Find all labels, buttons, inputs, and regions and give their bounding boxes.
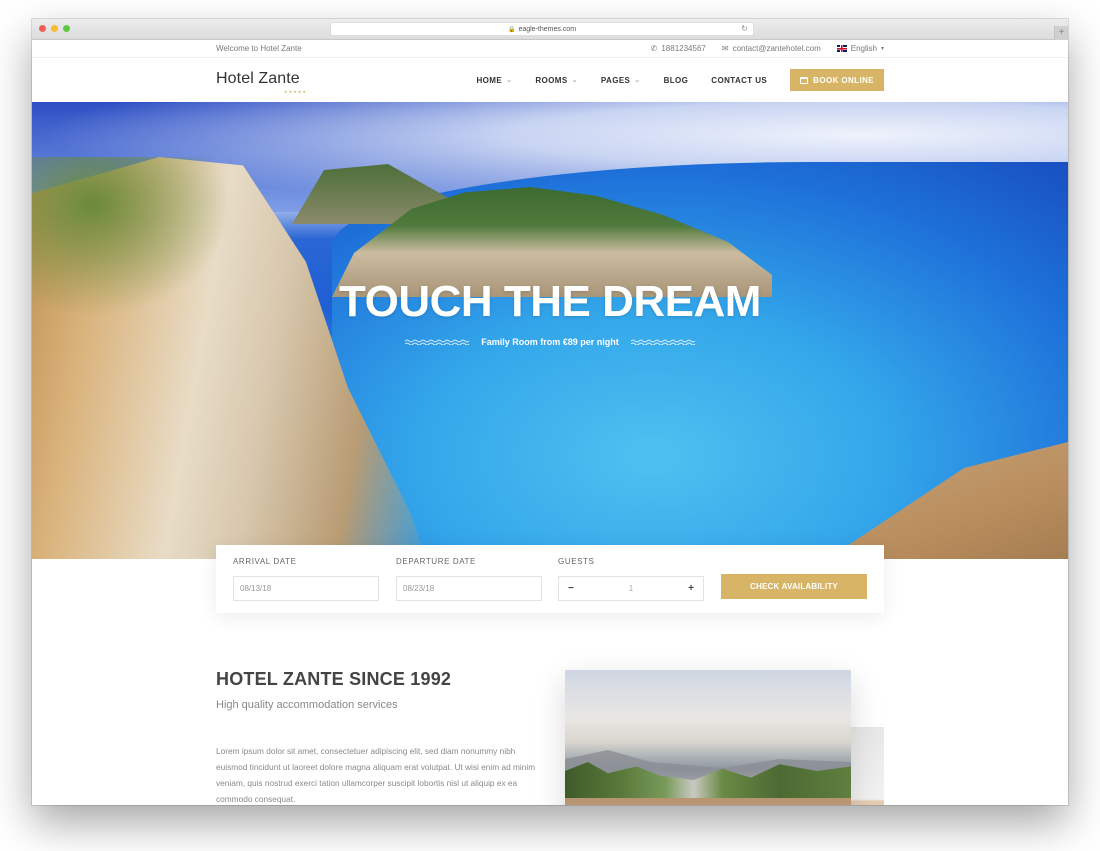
window-controls bbox=[39, 25, 70, 32]
about-paragraph: Lorem ipsum dolor sit amet, consectetuer… bbox=[216, 746, 536, 804]
browser-window: 🔒 eagle-themes.com ↻ + Welcome to Hotel … bbox=[32, 19, 1068, 805]
browser-toolbar: 🔒 eagle-themes.com ↻ + bbox=[32, 19, 1068, 40]
hotel-pool-photo bbox=[565, 670, 851, 805]
booking-form: ARRIVAL DATE DEPARTURE DATE GUESTS − 1 +… bbox=[216, 545, 884, 613]
welcome-text: Welcome to Hotel Zante bbox=[216, 44, 302, 53]
wave-icon bbox=[630, 339, 695, 345]
new-tab-button[interactable]: + bbox=[1054, 26, 1068, 40]
increment-guests-button[interactable]: + bbox=[688, 583, 694, 594]
about-title: HOTEL ZANTE SINCE 1992 bbox=[216, 669, 452, 689]
email-address: contact@zantehotel.com bbox=[732, 44, 821, 53]
hero-subtitle: Family Room from €89 per night bbox=[481, 337, 619, 347]
reload-icon[interactable]: ↻ bbox=[741, 24, 748, 33]
secondary-photo bbox=[851, 727, 884, 805]
email-item[interactable]: ✉ contact@zantehotel.com bbox=[722, 44, 821, 53]
chevron-down-icon: ⌄ bbox=[571, 77, 578, 84]
photo-deck bbox=[565, 798, 851, 805]
arrival-date-label: ARRIVAL DATE bbox=[233, 557, 297, 566]
chevron-down-icon: ⌄ bbox=[634, 77, 641, 84]
hero-banner: TOUCH THE DREAM Family Room from €89 per… bbox=[32, 102, 1068, 559]
caret-down-icon: ▾ bbox=[880, 46, 884, 52]
site-logo[interactable]: Hotel Zante bbox=[216, 70, 300, 88]
hero-subtitle-row: Family Room from €89 per night bbox=[32, 337, 1068, 347]
minimize-window-button[interactable] bbox=[51, 25, 58, 32]
nav-item-label: ROOMS bbox=[535, 75, 568, 85]
nav-item-rooms[interactable]: ROOMS ⌄ bbox=[535, 76, 578, 85]
nav-item-pages[interactable]: PAGES ⌄ bbox=[601, 76, 641, 85]
phone-number: 1881234567 bbox=[661, 44, 706, 53]
chevron-down-icon: ⌄ bbox=[506, 77, 513, 84]
maximize-window-button[interactable] bbox=[63, 25, 70, 32]
arrival-date-input[interactable] bbox=[233, 576, 379, 601]
nav-item-label: PAGES bbox=[600, 75, 631, 85]
wave-icon bbox=[405, 339, 470, 345]
departure-date-input[interactable] bbox=[396, 576, 542, 601]
nav-item-blog[interactable]: BLOG bbox=[664, 76, 689, 85]
guests-label: GUESTS bbox=[558, 557, 595, 566]
close-window-button[interactable] bbox=[39, 25, 46, 32]
uk-flag-icon bbox=[836, 45, 847, 52]
envelope-icon: ✉ bbox=[721, 44, 729, 53]
url-text: eagle-themes.com bbox=[518, 25, 577, 33]
hero-title: TOUCH THE DREAM bbox=[339, 277, 761, 326]
departure-date-label: DEPARTURE DATE bbox=[396, 557, 476, 566]
top-info-bar: Welcome to Hotel Zante ✆ 1881234567 ✉ co… bbox=[32, 40, 1068, 58]
phone-icon: ✆ bbox=[650, 44, 658, 53]
nav-item-contact[interactable]: CONTACT US bbox=[711, 76, 767, 85]
main-nav: HOME ⌄ ROOMS ⌄ PAGES ⌄ BLOG CONTACT US B… bbox=[477, 69, 884, 91]
contact-info: ✆ 1881234567 ✉ contact@zantehotel.com En… bbox=[651, 44, 884, 53]
book-online-label: BOOK ONLINE bbox=[813, 75, 874, 85]
nav-item-home[interactable]: HOME ⌄ bbox=[477, 76, 513, 85]
guests-count[interactable]: 1 bbox=[629, 584, 633, 593]
about-subtitle: High quality accommodation services bbox=[216, 699, 398, 711]
decrement-guests-button[interactable]: − bbox=[568, 583, 574, 594]
nav-item-label: CONTACT US bbox=[711, 75, 768, 85]
phone-item[interactable]: ✆ 1881234567 bbox=[651, 44, 706, 53]
lock-icon: 🔒 bbox=[507, 26, 516, 33]
guests-stepper: − 1 + bbox=[558, 576, 704, 601]
check-availability-button[interactable]: CHECK AVAILABILITY bbox=[721, 574, 867, 599]
logo-stars: ★★★★★ bbox=[284, 89, 307, 94]
nav-item-label: BLOG bbox=[663, 75, 689, 85]
language-selector[interactable]: English ▾ bbox=[836, 44, 884, 53]
language-label: English bbox=[850, 44, 877, 53]
address-bar[interactable]: 🔒 eagle-themes.com ↻ bbox=[330, 22, 754, 36]
nav-item-label: HOME bbox=[476, 75, 503, 85]
calendar-icon bbox=[800, 76, 809, 84]
main-navbar: Hotel Zante ★★★★★ HOME ⌄ ROOMS ⌄ PAGES ⌄… bbox=[32, 59, 1068, 103]
page: Welcome to Hotel Zante ✆ 1881234567 ✉ co… bbox=[32, 40, 1068, 805]
book-online-button[interactable]: BOOK ONLINE bbox=[790, 69, 884, 91]
